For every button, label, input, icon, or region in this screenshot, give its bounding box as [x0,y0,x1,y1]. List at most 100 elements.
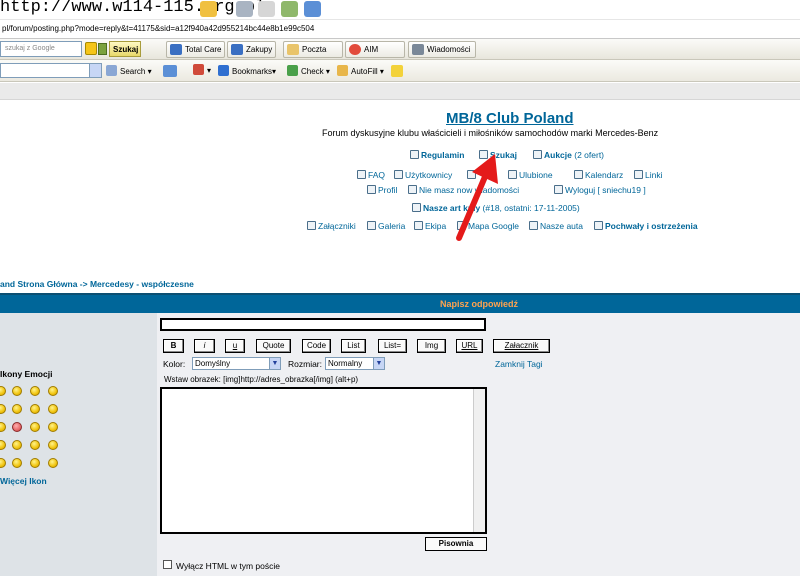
italic-button[interactable]: i [194,339,215,353]
disable-html-checkbox[interactable] [163,560,172,569]
team-icon [414,221,423,230]
total-care-button[interactable]: Total Care [166,41,226,58]
aim-icon [349,44,361,55]
nav-faq[interactable]: FAQ [357,170,385,180]
zakupy-button[interactable]: Zakupy [227,41,277,58]
attachments-icon [307,221,316,230]
img-button[interactable]: Img [417,339,446,353]
nav-wyloguj[interactable]: Wyloguj [ sniechu19 ] [554,185,646,195]
bookmarks-button[interactable]: Bookmarks▾ [218,65,276,76]
autofill-button[interactable]: AutoFill ▾ [337,65,384,76]
google-toolbar: szukaj z Google Szukaj Total Care Zakupy… [0,39,800,60]
shopping-icon [231,44,243,55]
disable-html-label: Wyłącz HTML w tym poście [176,561,280,571]
bold-button[interactable]: B [163,339,184,353]
happy-emoticon[interactable] [30,386,40,396]
surprised-emoticon[interactable] [48,386,58,396]
rozmiar-select[interactable]: Normalny ▼ [325,357,385,370]
twisted-emoticon[interactable] [48,458,58,468]
wiadomosci-button[interactable]: Wiadomości [408,41,476,58]
evil-emoticon[interactable] [48,422,58,432]
laugh-emoticon[interactable] [12,404,22,414]
underline-button[interactable]: u [225,339,245,353]
sunglasses-emoticon[interactable] [12,458,22,468]
spellcheck-button[interactable]: Pisownia [425,537,487,551]
page-top-strip [0,83,800,100]
messenger-icon[interactable] [304,1,321,17]
address-bar[interactable]: pl/forum/posting.php?mode=reply&t=41175&… [0,20,800,39]
spellcheck-button[interactable]: Check ▾ [287,65,330,76]
discuss-icon[interactable] [281,1,298,17]
cool-emoticon[interactable] [12,440,22,450]
arrow-shaft [456,169,490,241]
nav-linki[interactable]: Linki [634,170,662,180]
attachment-button[interactable]: Załacznik [493,339,550,353]
aim-button[interactable]: AIM [345,41,405,58]
post-header-title: Napisz odpowiedź [440,299,519,309]
highlighter-icon[interactable] [391,65,403,77]
url-button[interactable]: URL [456,339,483,353]
search-icon [106,65,117,76]
dropdown-arrow-icon[interactable] [98,43,107,55]
rules-icon [410,150,419,159]
mail-icon[interactable] [258,1,275,17]
neutral-emoticon[interactable] [30,422,40,432]
auction-icon [533,150,542,159]
biggrin-emoticon[interactable] [12,386,22,396]
zamknij-tagi-link[interactable]: Zamknij Tagi [495,359,543,369]
list-ordered-button[interactable]: List= [378,339,407,353]
google-search-input[interactable]: szukaj z Google [0,41,82,57]
nav-galeria[interactable]: Galeria [367,221,405,231]
nav-pochwaly[interactable]: Pochwały i ostrzeżenia [594,221,698,231]
profile-icon [367,185,376,194]
quote-button[interactable]: Quote [256,339,291,353]
subject-input[interactable] [160,318,486,331]
breadcrumb[interactable]: and Strona Główna -> Mercedesy - współcz… [0,279,194,289]
popup-blocker-button[interactable]: ▾ [193,64,211,75]
code-button[interactable]: Code [302,339,331,353]
star-icon [218,65,229,76]
dropdown-arrow-icon[interactable] [89,64,101,77]
highlight-icon[interactable] [85,42,97,55]
nav-zalaczniki[interactable]: Załączniki [307,221,356,231]
message-textarea[interactable] [160,387,487,534]
search-toolbar: Search ▾ ▾ Bookmarks▾ Check ▾ AutoFill ▾ [0,60,800,82]
textarea-scrollbar[interactable] [473,389,485,532]
gallery-icon [367,221,376,230]
grin-emoticon[interactable] [30,404,40,414]
kolor-label: Kolor: [163,359,186,369]
shock-emoticon[interactable] [30,440,40,450]
cheeky-emoticon[interactable] [48,404,58,414]
plus-icon[interactable] [163,65,177,77]
nav-kalendarz[interactable]: Kalendarz [574,170,623,180]
home-icon[interactable] [200,1,217,17]
rozmiar-label: Rozmiar: [288,359,323,369]
rolleyes-emoticon[interactable] [30,458,40,468]
red-arrow-annotation [456,154,498,241]
members-icon [394,170,403,179]
nav-profil[interactable]: Profil [367,185,397,195]
toolbar-search-input[interactable] [0,63,102,78]
check-icon [287,65,298,76]
toolbar-search-button[interactable]: Search ▾ [106,65,152,76]
kolor-select[interactable]: Domyślny ▼ [192,357,281,370]
autofill-icon [337,65,348,76]
cars-icon [529,221,538,230]
praise-icon [594,221,603,230]
more-emoticons-link[interactable]: Więcej Ikon [0,476,47,486]
popup-icon [193,64,204,75]
nav-aukcje[interactable]: Aukcje (2 ofert) [533,150,604,160]
print-icon[interactable] [236,1,253,17]
angry-emoticon[interactable] [12,422,22,432]
google-search-button[interactable]: Szukaj [109,41,141,57]
links-icon [634,170,643,179]
nav-auta[interactable]: Nasze auta [529,221,583,231]
nav-ulubione[interactable]: Ulubione [508,170,553,180]
poczta-button[interactable]: Poczta [283,41,343,58]
tongue-emoticon[interactable] [48,440,58,450]
chevron-down-icon: ▼ [269,358,280,369]
address-url: pl/forum/posting.php?mode=reply&t=41175&… [2,24,315,33]
site-title[interactable]: MB/8 Club Poland [446,110,574,127]
list-button[interactable]: List [341,339,366,353]
browser-title-bar: http://www.w114-115.org.pl [0,0,800,20]
